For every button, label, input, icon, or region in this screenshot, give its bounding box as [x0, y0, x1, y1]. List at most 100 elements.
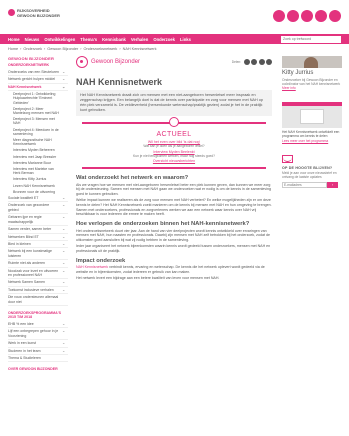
sidebar-item[interactable]: Noodzak voor inzet en uitvoeren en profe… [8, 268, 68, 280]
sidebar-item[interactable]: Ruimte niet als anderen ⌄ [8, 260, 68, 268]
breadcrumb-item[interactable]: Onderzoek [23, 47, 42, 51]
sidebar-item-label: Toekomst inclusieve verhalen [8, 287, 54, 292]
sidebar-item[interactable]: Gebaren ijpe en regie maatschappelijk ⌄ [8, 214, 68, 227]
sidebar-item[interactable]: Deelproject 4: Meedoen in de samenleving [8, 127, 68, 137]
sidebar-item[interactable]: Deelproject 1: Ontwikkeling Hulpkaartrec… [8, 91, 68, 106]
sidebar-item[interactable]: Werk in een kunst ⌄ [8, 340, 68, 348]
site-logo[interactable]: RIJKSOVERHEID GEWOON BIJZONDER [8, 8, 60, 23]
sidebar: GEWOON BIJZONDER ONDERZOEKNETWERK Onderz… [8, 56, 68, 373]
chevron-down-icon[interactable]: ⌄ [62, 234, 68, 239]
paragraph: Het netwerk levert een bijdrage aan een … [76, 276, 220, 281]
sidebar-subheading: ONDERZOEKNETWERK [8, 63, 50, 67]
promo-image-bar [282, 102, 342, 106]
chevron-down-icon[interactable]: ⌄ [62, 287, 68, 292]
sidebar-item-label: Interview met Jaap Bressler [13, 154, 57, 159]
sidebar-item-label: Gebaren ijpe en regie maatschappelijk [8, 215, 42, 224]
chevron-down-icon[interactable]: ⌄ [62, 329, 68, 333]
sidebar-item[interactable]: NAH Kennisnetwerk ⌄ [8, 84, 68, 92]
chevron-down-icon[interactable]: ⌄ [62, 203, 68, 207]
gewoon-bijzonder-logo-icon [76, 56, 88, 68]
sidebar-item[interactable]: Bied in kleinen ⌄ [8, 241, 68, 249]
sidebar-item-label: Netwerk bij een kunstmatige luisteren [8, 249, 52, 258]
sidebar-item[interactable]: Lijf een onbegrepen gehoor in je Voorzie… [8, 328, 68, 341]
facebook-icon[interactable] [273, 10, 285, 22]
sidebar-item[interactable]: Deelproject 2: Meer Mantelzorg mensen me… [8, 106, 68, 116]
sidebar-item[interactable]: Netwerk gericht hulpen middel ⌄ [8, 76, 68, 84]
linkedin-icon[interactable] [287, 10, 299, 22]
linkedin-share-icon[interactable] [258, 59, 265, 65]
chevron-down-icon[interactable]: ⌄ [62, 84, 68, 89]
chevron-down-icon[interactable]: ⌄ [62, 321, 68, 326]
chevron-down-icon[interactable]: ⌄ [62, 280, 68, 284]
sidebar-item-label: Interview Myden Beheeren [13, 148, 55, 153]
twitter-icon[interactable] [301, 10, 313, 22]
main-content: Gewoon Bijzonder Delen: NAH Kennisnetwer… [76, 56, 272, 283]
sidebar-item[interactable]: Deelproject 3: Mensen met NAH [8, 116, 68, 126]
paragraph: Welke impact kunnen we realiseren als de… [76, 198, 272, 217]
chevron-down-icon[interactable]: ⌄ [62, 196, 68, 200]
sidebar-item[interactable]: Sociale kwaliteit ET ⌄ [8, 195, 68, 203]
chevron-down-icon[interactable]: ⌄ [62, 77, 68, 81]
sidebar-item[interactable]: Netwerk bij een kunstmatige luisteren ⌄ [8, 248, 68, 261]
nav-item-kennisbank[interactable]: Kennisbank [102, 37, 126, 42]
actueel-text-1: Wat kan je doen als je aangeboren letsel… [143, 144, 205, 148]
newsletter-submit-button[interactable]: › [327, 182, 338, 189]
breadcrumb: Home › Onderzoek › Gewoon Bijzonder › Onderzoe… [8, 47, 159, 51]
nav-item-nieuws[interactable]: Nieuws [25, 37, 40, 42]
sidebar-item[interactable]: Samen verder, samen beter ⌄ [8, 226, 68, 234]
nav-item-links[interactable]: Links [180, 37, 191, 42]
sidebar-item[interactable]: Onderzoeks van een Sleuteluren ⌄ [8, 69, 68, 77]
inline-link[interactable]: NAH Kennisnetwerk [76, 265, 108, 269]
nav-item-verhalen[interactable]: Verhalen [131, 37, 148, 42]
sidebar-item[interactable]: Netwerken Blind ET ⌄ [8, 234, 68, 241]
twitter-share-icon[interactable] [251, 59, 257, 65]
breadcrumb-item[interactable]: Gewoon Bijzonder [47, 47, 78, 51]
sidebar-item[interactable]: EHB % een idee ⌄ [8, 321, 68, 329]
sidebar-item-label: Deelproject 4: Meedoen in de samenleving [13, 127, 59, 136]
promo-image[interactable] [282, 102, 342, 128]
newsletter-email-field[interactable] [282, 182, 327, 189]
actueel-link-overview[interactable]: Overzicht nieuwsberichten [82, 159, 266, 163]
sidebar-item[interactable]: Netwerk Samen Samen ⌄ [8, 279, 68, 287]
social-links [273, 10, 341, 22]
sidebar-item-label: Studeren in het team [8, 348, 41, 353]
sidebar-item-label: Deelproject 2: Meer Mantelzorg mensen me… [13, 106, 59, 116]
breadcrumb-item[interactable]: Home [8, 47, 18, 51]
person-more-link[interactable]: Meer info [282, 86, 296, 90]
sidebar-item[interactable]: Thema & Studieleren [8, 355, 68, 363]
search-input[interactable] [281, 35, 341, 43]
sidebar-item-label: NAH Kennisnetwerk [8, 84, 42, 89]
sidebar-item[interactable]: Interview met Marieke van Herk Berman [8, 166, 68, 176]
share-bar: Delen: [232, 59, 272, 65]
share-label: Delen: [231, 60, 241, 64]
sidebar-item-label: Interview Kitty Jurrius [13, 177, 47, 182]
nav-item-onderzoek[interactable]: Onderzoek [153, 37, 175, 42]
sidebar-item[interactable]: Toekomst inclusieve verhalen ⌄ [8, 287, 68, 295]
chevron-down-icon[interactable]: ⌄ [62, 268, 68, 273]
nav-item-thema-s[interactable]: Thema's [80, 37, 97, 42]
chevron-down-icon[interactable]: ⌄ [62, 241, 68, 246]
sidebar-item[interactable]: Meer diagnostische NAH Kennisnetwerk [8, 137, 68, 147]
rss-icon[interactable] [329, 10, 341, 22]
chevron-down-icon[interactable]: ⌄ [62, 261, 68, 265]
chevron-down-icon[interactable]: ⌄ [62, 249, 68, 253]
nav-item-ontwikkelingen[interactable]: Ontwikkelingen [44, 37, 75, 42]
page: RIJKSOVERHEID GEWOON BIJZONDER Home Nieuw… [0, 0, 349, 436]
nav-item-home[interactable]: Home [8, 37, 20, 42]
promo-link[interactable]: Lees meer over het programma [282, 139, 342, 143]
breadcrumb-item[interactable]: Onderzoeksnetwerk [84, 47, 118, 51]
mail-share-icon[interactable] [266, 59, 272, 65]
chevron-down-icon[interactable]: ⌄ [62, 70, 68, 74]
chevron-down-icon[interactable]: ⌄ [62, 215, 68, 219]
chevron-down-icon[interactable]: ⌄ [62, 341, 68, 345]
youtube-icon[interactable] [315, 10, 327, 22]
actueel-title: ACTUEEL [156, 131, 192, 138]
facebook-share-icon[interactable] [243, 59, 250, 65]
brand-logo: Gewoon Bijzonder [76, 56, 140, 68]
sidebar-item[interactable]: Onderzoek van gezondere gebied ⌄ [8, 202, 68, 215]
sidebar-item[interactable]: Die rouw ondersteunen allemaal door niet [8, 294, 68, 306]
paragraph: Als we vragen hoe we mensen met niet-aan… [76, 182, 271, 196]
chevron-down-icon[interactable]: ⌄ [62, 348, 68, 353]
sidebar-item[interactable]: Studeren in het team ⌄ [8, 348, 68, 356]
chevron-down-icon[interactable]: ⌄ [62, 227, 68, 231]
